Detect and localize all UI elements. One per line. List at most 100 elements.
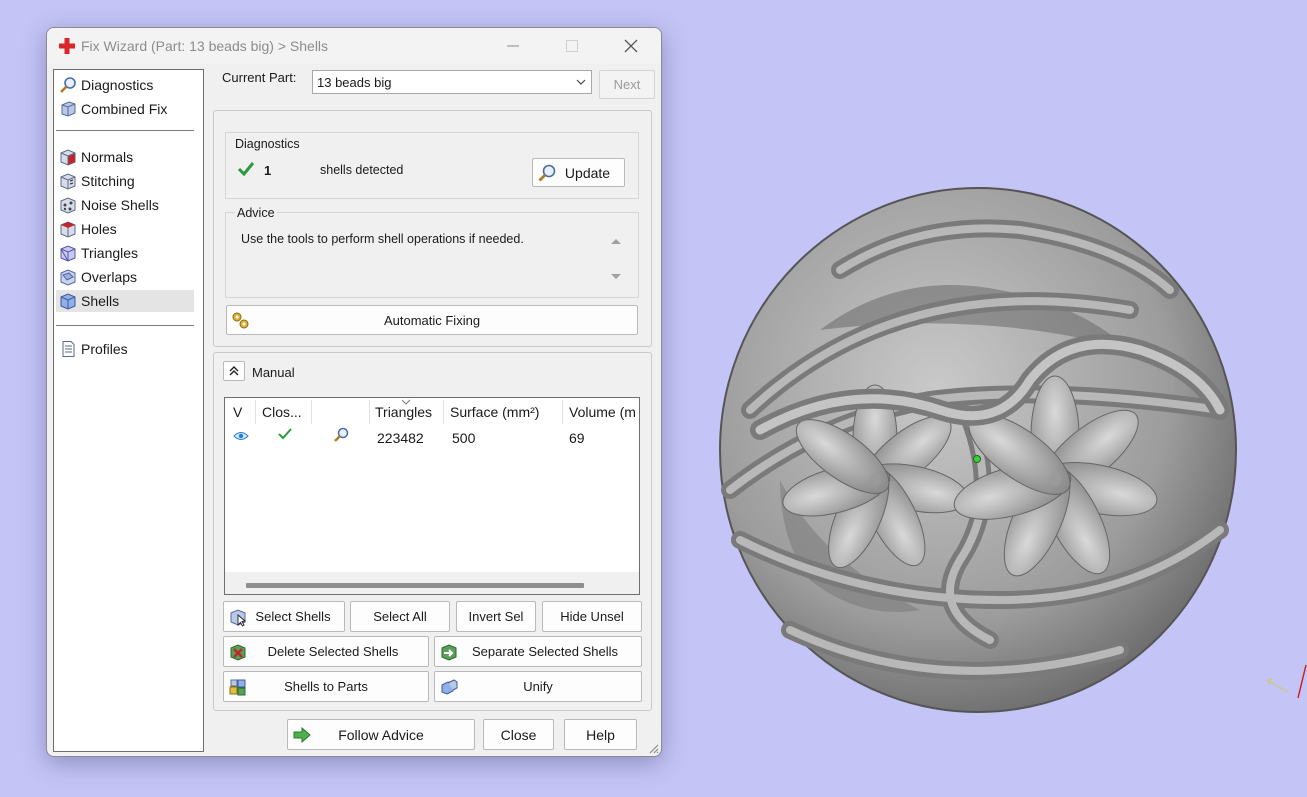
separate-selected-shells-label: Separate Selected Shells — [472, 644, 618, 659]
title-bar[interactable]: Fix Wizard (Part: 13 beads big) > Shells — [47, 28, 661, 64]
stitching-icon — [60, 173, 76, 190]
delete-selected-shells-label: Delete Selected Shells — [267, 644, 399, 659]
column-header-volume[interactable]: Volume (m — [569, 398, 636, 424]
automatic-fixing-label: Automatic Fixing — [383, 312, 481, 328]
double-chevron-up-icon — [229, 366, 239, 376]
magnifier-icon — [538, 164, 556, 181]
table-horizontal-scrollbar[interactable] — [225, 572, 639, 594]
resize-grip-icon[interactable] — [647, 742, 659, 754]
diagnostics-title: Diagnostics — [235, 137, 300, 151]
column-header-visible[interactable]: V — [233, 398, 242, 424]
column-divider — [311, 400, 312, 424]
beads-ball-model — [719, 187, 1237, 713]
magnifier-icon[interactable] — [332, 426, 350, 444]
invert-sel-button[interactable]: Invert Sel — [456, 601, 536, 632]
update-button[interactable]: Update — [532, 158, 625, 187]
nav-item-normals[interactable]: Normals — [56, 146, 194, 168]
maximize-icon — [566, 40, 578, 52]
triangles-icon — [60, 245, 76, 262]
close-icon — [624, 39, 638, 53]
cube-icon — [61, 101, 76, 117]
unify-icon — [441, 678, 458, 695]
follow-advice-button[interactable]: Follow Advice — [287, 719, 475, 750]
checkmark-icon — [278, 428, 292, 440]
nav-item-overlaps[interactable]: Overlaps — [56, 266, 194, 288]
scroll-down-icon — [611, 274, 621, 279]
normals-icon — [60, 149, 76, 166]
column-divider — [443, 400, 444, 424]
manual-title: Manual — [252, 365, 295, 380]
nav-item-label: Noise Shells — [81, 197, 159, 213]
shells-icon — [60, 293, 76, 310]
window-title: Fix Wizard (Part: 13 beads big) > Shells — [81, 38, 329, 54]
delete-shells-icon — [230, 643, 246, 661]
nav-item-stitching[interactable]: Stitching — [56, 170, 194, 192]
separate-selected-shells-button[interactable]: Separate Selected Shells — [434, 636, 642, 667]
shells-to-parts-button[interactable]: Shells to Parts — [223, 671, 429, 702]
collapse-manual-button[interactable] — [223, 361, 245, 381]
nav-item-diagnostics[interactable]: Diagnostics — [56, 74, 194, 96]
gears-icon — [232, 312, 249, 329]
separate-shells-icon — [441, 643, 457, 661]
current-part-value: 13 beads big — [317, 75, 392, 90]
nav-item-label: Triangles — [81, 245, 139, 261]
nav-item-label: Overlaps — [81, 269, 138, 285]
close-window-button[interactable] — [611, 34, 651, 58]
advice-scrollbar[interactable] — [608, 229, 624, 287]
select-shells-label: Select Shells — [255, 609, 331, 624]
scrollbar-thumb[interactable] — [246, 583, 584, 588]
unify-button[interactable]: Unify — [434, 671, 642, 702]
column-divider — [369, 400, 370, 424]
shell-count: 1 — [264, 163, 272, 178]
delete-selected-shells-button[interactable]: Delete Selected Shells — [223, 636, 429, 667]
unify-label: Unify — [523, 679, 553, 694]
current-part-select[interactable]: 13 beads big — [312, 70, 592, 94]
sort-indicator-icon — [401, 399, 411, 405]
red-cross-icon — [59, 38, 75, 54]
checkmark-icon — [237, 162, 255, 177]
column-header-surface[interactable]: Surface (mm²) — [450, 398, 539, 424]
eye-icon[interactable] — [233, 431, 249, 441]
nav-item-noise-shells[interactable]: Noise Shells — [56, 194, 194, 216]
minimize-button[interactable] — [493, 34, 533, 58]
shells-to-parts-label: Shells to Parts — [284, 679, 368, 694]
nav-item-label: Shells — [81, 293, 120, 309]
axis-indicator-icon — [1266, 664, 1307, 699]
select-shells-icon — [230, 608, 247, 627]
automatic-fixing-button[interactable]: Automatic Fixing — [226, 305, 638, 335]
3d-model-viewport[interactable] — [700, 180, 1260, 740]
nav-item-holes[interactable]: Holes — [56, 218, 194, 240]
minimize-icon — [507, 45, 519, 47]
nav-item-label: Profiles — [81, 341, 128, 357]
chevron-down-icon — [576, 79, 586, 85]
overlaps-icon — [60, 269, 76, 286]
close-button[interactable]: Close — [483, 719, 554, 750]
select-all-button[interactable]: Select All — [350, 601, 450, 632]
shells-table: V Clos... Triangles Surface (mm²) Volume… — [224, 397, 640, 595]
nav-item-profiles[interactable]: Profiles — [56, 338, 194, 360]
column-divider — [562, 400, 563, 424]
help-button[interactable]: Help — [564, 719, 637, 750]
advice-title: Advice — [235, 206, 277, 220]
document-icon — [62, 341, 75, 357]
hide-unsel-button[interactable]: Hide Unsel — [542, 601, 642, 632]
shells-to-parts-icon — [229, 679, 246, 695]
column-header-closed[interactable]: Clos... — [262, 398, 302, 424]
nav-item-triangles[interactable]: Triangles — [56, 242, 194, 264]
update-label: Update — [564, 164, 611, 181]
magnifier-icon — [60, 77, 76, 93]
select-shells-button[interactable]: Select Shells — [223, 601, 345, 632]
maximize-button[interactable] — [552, 34, 592, 58]
nav-item-shells[interactable]: Shells — [56, 290, 194, 312]
follow-advice-label: Follow Advice — [338, 726, 424, 743]
holes-icon — [60, 221, 76, 238]
next-button[interactable]: Next — [599, 70, 655, 99]
fix-wizard-dialog: Fix Wizard (Part: 13 beads big) > Shells… — [46, 27, 662, 757]
nav-item-label: Combined Fix — [81, 101, 168, 117]
wizard-nav-panel: Diagnostics Combined Fix Normals Stitchi… — [53, 69, 204, 752]
nav-item-combined-fix[interactable]: Combined Fix — [56, 98, 194, 120]
cell-triangles: 223482 — [377, 430, 424, 446]
nav-item-label: Stitching — [81, 173, 135, 189]
nav-item-label: Normals — [81, 149, 134, 165]
cell-surface: 500 — [452, 430, 476, 446]
